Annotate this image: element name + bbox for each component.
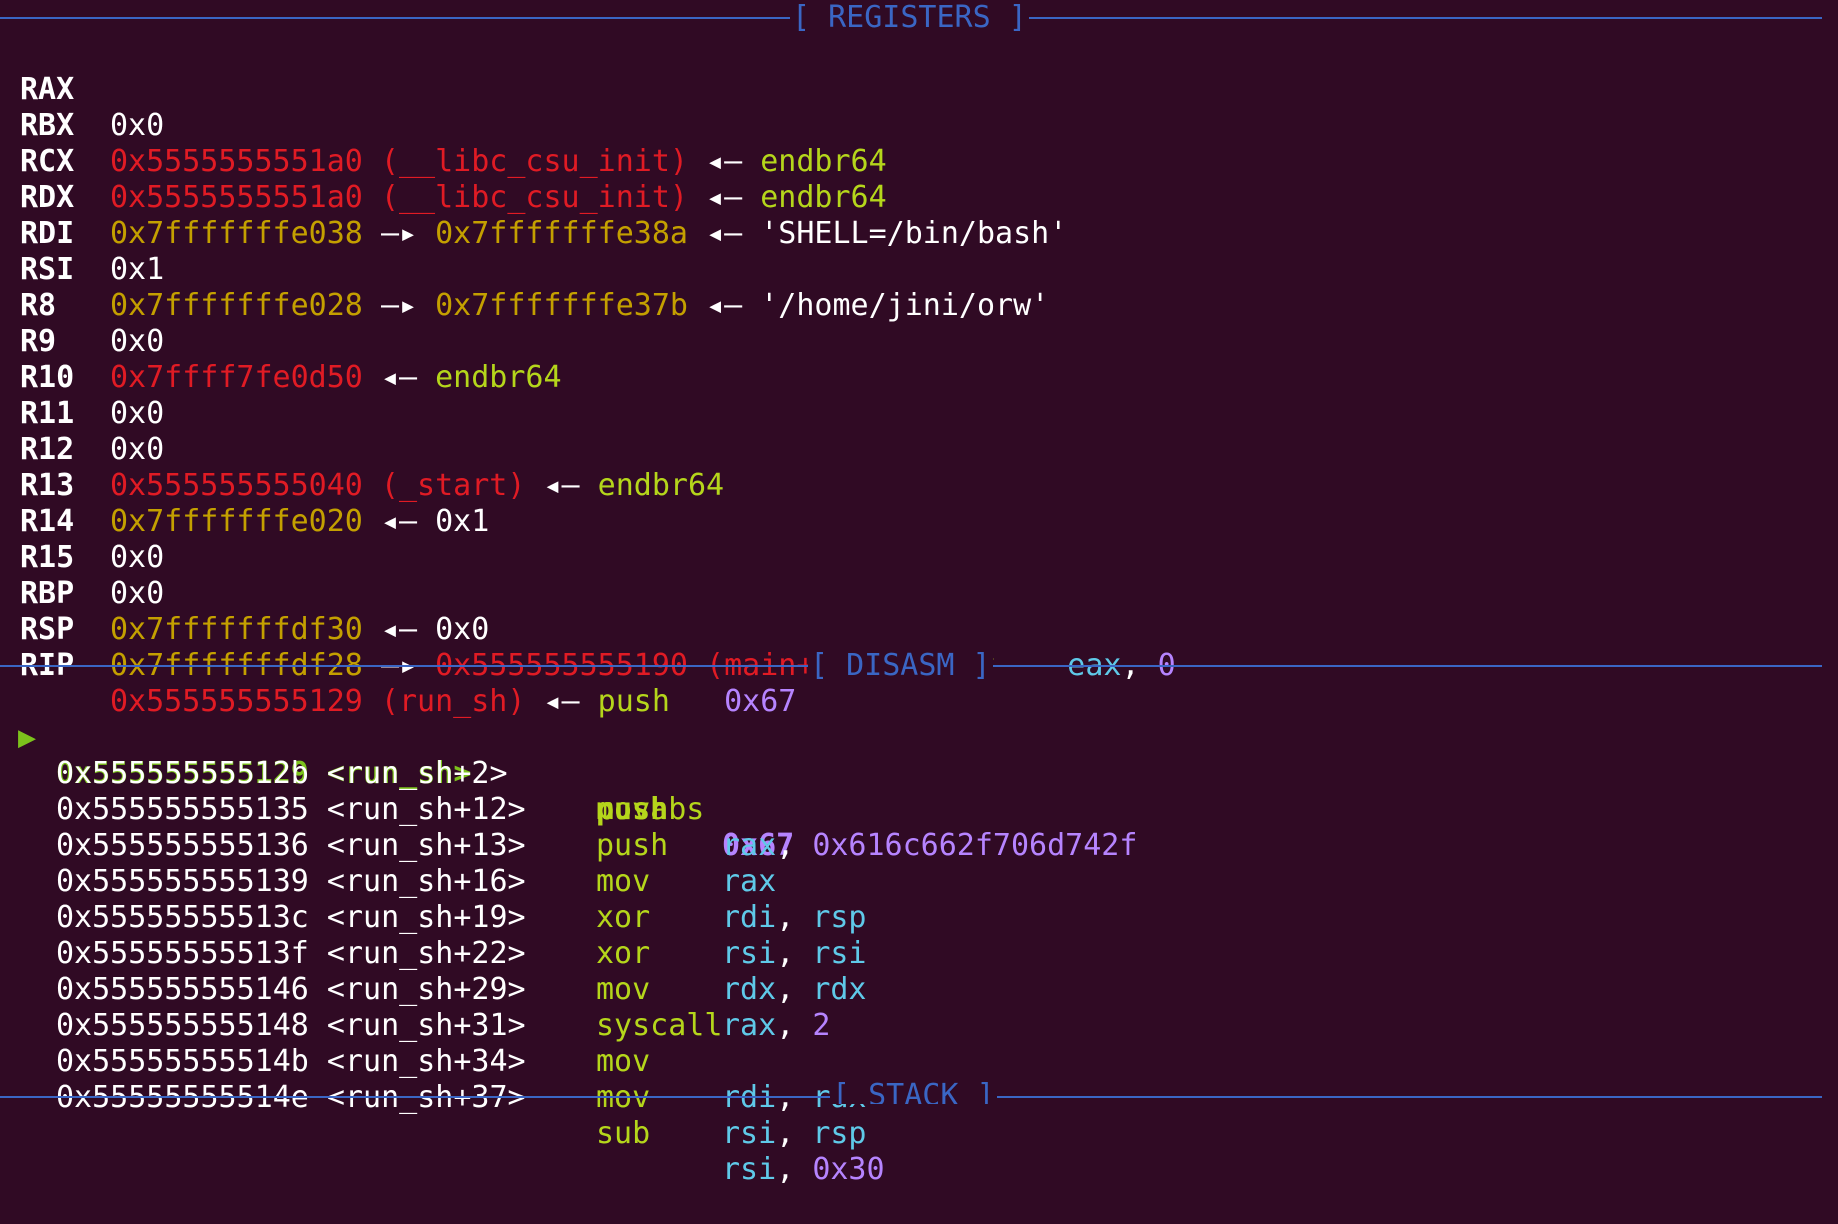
register-value: 0x7fffffffdf30 — [110, 612, 363, 647]
register-value: 0x0 — [110, 540, 165, 575]
deref-arrow-icon: ◂— — [380, 612, 418, 647]
register-row: R10 0x0 — [0, 324, 164, 431]
disasm-row-current[interactable]: ▶ 0x555555555129 <run_sh> push 0x67 — [0, 684, 1838, 863]
register-value: 0x0 — [110, 108, 165, 143]
register-row: R13 0x7fffffffe020 ◂— 0x1 — [0, 432, 489, 539]
register-value: 0x555555555040 (_start) — [110, 468, 526, 503]
registers-title: [ REGISTERS ] — [790, 0, 1029, 36]
pointer-arrow-icon: —▸ — [380, 216, 418, 251]
register-row: R11 0x0 — [0, 360, 164, 467]
register-row: R9 0x7ffff7fe0d50 ◂— endbr64 — [0, 288, 562, 395]
disasm-row[interactable]: 0x555555555136 <run_sh+13> mov rdi, rsp — [0, 792, 1838, 935]
disasm-operand: rsp — [812, 1116, 867, 1151]
register-row: RAX 0x0 — [0, 36, 164, 143]
disasm-row[interactable]: 0x55555555512b <run_sh+2> movabs rax, 0x… — [0, 720, 1838, 863]
register-value: 0x7fffffffe028 — [110, 288, 363, 323]
register-row: RDX 0x7fffffffe038 —▸ 0x7fffffffe38a ◂— … — [0, 144, 1067, 251]
deref-arrow-icon: ◂— — [706, 144, 743, 179]
disasm-row[interactable]: 0x555555555135 <run_sh+12> push rax — [0, 756, 1838, 899]
disasm-row[interactable]: 0x555555555146 <run_sh+29> syscall — [0, 936, 1838, 1043]
disasm-row[interactable]: 0x55555555514e <run_sh+37> sub rsi, 0x30 — [0, 1044, 1838, 1187]
disasm-header: [ DISASM ] — [0, 648, 1822, 684]
register-row: R15 0x0 — [0, 504, 164, 611]
deref-target: 0x1 — [435, 504, 490, 539]
deref-target: '/home/jini/orw' — [760, 288, 1050, 323]
deref-arrow-icon: ◂— — [706, 216, 743, 251]
operand-separator: , — [776, 1116, 795, 1151]
deref-target: endbr64 — [597, 468, 725, 503]
register-row: RBP 0x7fffffffdf30 ◂— 0x0 — [0, 540, 489, 647]
register-row: RIP 0x555555555129 (run_sh) ◂— push 0x67 — [0, 612, 796, 719]
register-value: 0x5555555551a0 (__libc_csu_init) — [110, 180, 688, 215]
register-value: 0x1 — [110, 252, 165, 287]
disasm-row[interactable]: 0x55555555513f <run_sh+22> mov rax, 2 — [0, 900, 1838, 1043]
deref-arrow-icon: ◂— — [380, 360, 418, 395]
deref-arrow-icon: ◂— — [380, 504, 418, 539]
pointer-arrow-icon: —▸ — [380, 288, 418, 323]
register-value: 0x0 — [110, 576, 165, 611]
disasm-title: [ DISASM ] — [808, 648, 993, 684]
deref-value: 0x7fffffffe37b — [435, 288, 688, 323]
register-row: R8 0x0 — [0, 252, 164, 359]
deref-target: 'SHELL=/bin/bash' — [760, 216, 1068, 251]
register-value: 0x5555555551a0 (__libc_csu_init) — [110, 144, 688, 179]
disasm-operand: rsi — [722, 1116, 777, 1151]
register-value: 0x0 — [110, 432, 165, 467]
terminal-window: [ REGISTERS ] RAX 0x0 RBX 0x5555555551a0… — [0, 0, 1838, 1187]
disasm-row[interactable]: 0x55555555513c <run_sh+19> xor rdx, rdx — [0, 864, 1838, 1007]
disasm-operand: rsi — [722, 1152, 777, 1187]
deref-value: 0x7fffffffe38a — [435, 216, 688, 251]
deref-target: endbr64 — [435, 360, 562, 395]
disasm-row[interactable]: 0x555555555148 <run_sh+31> mov rdi, rax — [0, 972, 1838, 1115]
stack-header: [ STACK ] — [0, 1080, 1822, 1104]
registers-header: [ REGISTERS ] — [0, 0, 1822, 36]
register-row: RSP 0x7fffffffdf28 —▸ 0x555555555190 (ma… — [0, 576, 1176, 683]
deref-arrow-icon: ◂— — [706, 288, 743, 323]
register-row: RBX 0x5555555551a0 (__libc_csu_init) ◂— … — [0, 72, 887, 179]
register-row: RCX 0x5555555551a0 (__libc_csu_init) ◂— … — [0, 108, 887, 215]
disasm-row[interactable]: 0x555555555139 <run_sh+16> xor rsi, rsi — [0, 828, 1838, 971]
operand-separator: , — [776, 1152, 795, 1187]
deref-target: endbr64 — [760, 180, 887, 215]
deref-target: endbr64 — [760, 144, 887, 179]
register-value: 0x0 — [110, 396, 165, 431]
register-row: R14 0x0 — [0, 468, 164, 575]
register-value: 0x7fffffffe020 — [110, 504, 363, 539]
register-row: RDI 0x1 — [0, 180, 164, 287]
register-value: 0x7fffffffe038 — [110, 216, 363, 251]
register-row: R12 0x555555555040 (_start) ◂— endbr64 — [0, 396, 724, 503]
register-value: 0x0 — [110, 324, 165, 359]
stack-title: [ STACK ] — [830, 1080, 997, 1104]
register-row: RSI 0x7fffffffe028 —▸ 0x7fffffffe37b ◂— … — [0, 216, 1049, 323]
disasm-operand: 0x30 — [812, 1152, 885, 1187]
deref-arrow-icon: ◂— — [706, 180, 743, 215]
disasm-row[interactable]: 0x55555555514b <run_sh+34> mov rsi, rsp — [0, 1008, 1838, 1151]
deref-arrow-icon: ◂— — [543, 468, 580, 503]
register-value: 0x7ffff7fe0d50 — [110, 360, 363, 395]
deref-target: 0x0 — [435, 612, 490, 647]
disasm-mnemonic: sub — [596, 1116, 651, 1151]
